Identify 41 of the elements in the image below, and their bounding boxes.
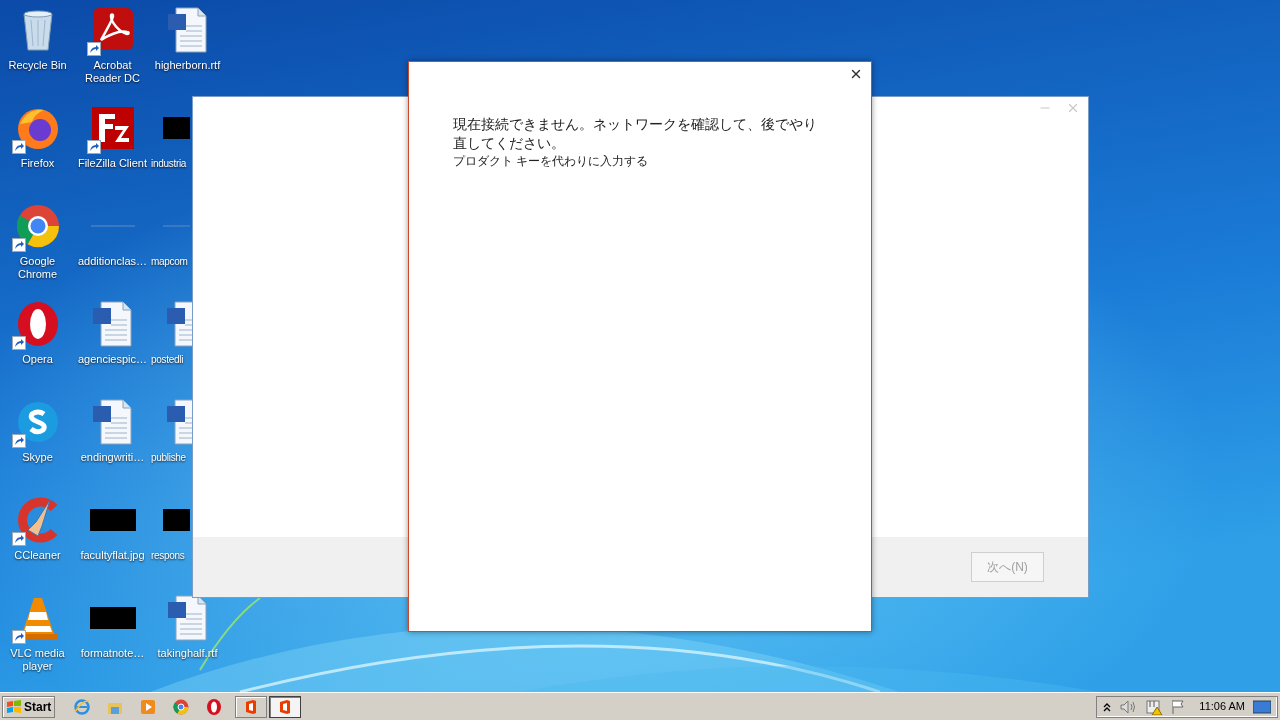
desktop-icon-label[interactable]: endingwriti… (80, 451, 145, 464)
opera-icon[interactable] (205, 697, 224, 716)
media-player-icon[interactable] (139, 697, 158, 716)
clock[interactable]: 11:06 AM (1199, 698, 1245, 715)
desktop-icon-label[interactable]: facultyflat.jpg (80, 549, 145, 562)
show-desktop-icon[interactable] (1253, 699, 1271, 714)
desktop-icon-label[interactable]: agenciespic… (77, 353, 148, 366)
desktop-icon-label[interactable]: Skype (22, 451, 53, 464)
desktop-icon-label[interactable]: postedli (151, 353, 184, 366)
desktop-icon-label[interactable]: formatnote… (80, 647, 145, 660)
windows-logo-icon (6, 699, 22, 714)
chrome-icon[interactable] (172, 697, 191, 716)
desktop-icon-label[interactable]: higherborn.rtf (154, 59, 221, 72)
desktop-icon-label[interactable]: Google Chrome (0, 255, 75, 281)
image-thumbnail-icon (163, 117, 190, 139)
desktop-icon-label[interactable]: industria (151, 157, 187, 170)
speaker-icon[interactable] (1119, 699, 1138, 714)
desktop-icon-label[interactable]: additionclas… (77, 255, 148, 268)
desktop-icon-label[interactable]: respons (151, 549, 185, 562)
image-thumbnail-icon (89, 509, 136, 531)
internet-explorer-icon[interactable] (73, 697, 92, 716)
flag-icon[interactable] (1171, 698, 1186, 715)
taskbar-button[interactable] (269, 695, 302, 718)
desktop-icon-label[interactable]: CCleaner (14, 549, 61, 562)
image-thumbnail-icon (163, 509, 190, 531)
desktop-icon-label[interactable]: VLC media player (0, 647, 75, 673)
image-thumbnail-icon (89, 607, 136, 629)
product-key-link[interactable]: プロダクト キーを代わりに入力する (453, 153, 871, 170)
desktop-icon-label[interactable]: FileZilla Client (77, 157, 148, 170)
start-button[interactable]: Start (2, 695, 56, 718)
desktop-icon-label[interactable]: publishe (151, 451, 186, 464)
error-message: 現在接続できません。ネットワークを確認して、後でやり直してください。 (453, 115, 818, 153)
desktop-icon-label[interactable]: Recycle Bin (8, 59, 67, 72)
chevron-up-icon[interactable] (1103, 701, 1112, 712)
network-warning-icon[interactable] (1145, 698, 1164, 715)
desktop-icon-label[interactable]: takinghalf.rtf (157, 647, 218, 660)
desktop-icon-label[interactable]: Firefox (20, 157, 55, 170)
close-icon[interactable] (849, 67, 863, 81)
desktop-icon-label[interactable]: mapcom (151, 255, 188, 268)
desktop-icon-label[interactable]: Acrobat Reader DC (75, 59, 150, 85)
desktop-icon-label[interactable]: Opera (22, 353, 53, 366)
